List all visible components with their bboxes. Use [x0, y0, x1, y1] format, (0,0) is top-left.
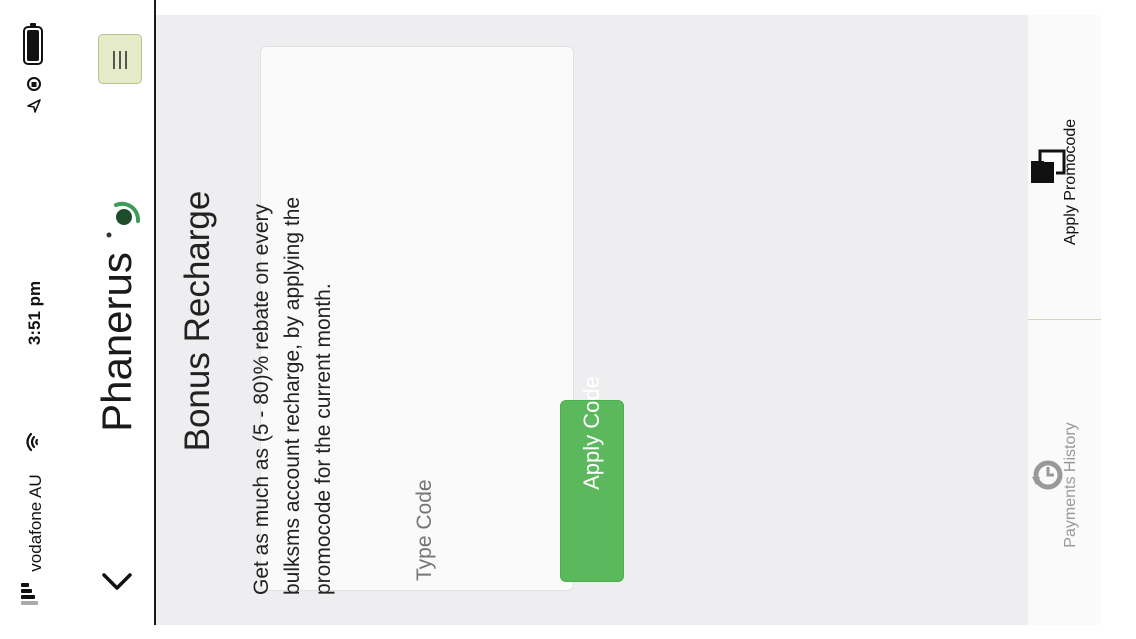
brand-logo-icon: [106, 201, 141, 238]
battery-icon: [23, 23, 43, 65]
tab-payments-history[interactable]: Payments History: [1028, 320, 1101, 625]
orientation-lock-icon: [27, 77, 41, 91]
promo-description-line: Get as much as (5 - 80)% rebate on every: [250, 203, 273, 595]
promocode-card: Get as much as (5 - 80)% rebate on every…: [250, 46, 624, 595]
main-content: Bonus Recharge Get as much as (5 - 80)% …: [156, 15, 1028, 625]
app-title: Phanerus: [93, 252, 140, 432]
tab-apply-promocode[interactable]: Apply Promocode: [1028, 15, 1101, 319]
status-bar: vodafone AU 3:51 pm: [0, 0, 70, 639]
time-label: 3:51 pm: [25, 280, 44, 346]
apply-code-button-label: Apply Code: [579, 376, 604, 490]
tab-divider: [1028, 319, 1101, 320]
tab-payments-history-label: Payments History: [1062, 422, 1079, 548]
back-chevron-icon[interactable]: [100, 564, 134, 598]
wifi-icon: [26, 432, 39, 452]
promo-code-input[interactable]: [411, 401, 439, 581]
signal-icon: [21, 583, 43, 613]
tab-bar: Apply Promocode Payments History: [1028, 15, 1101, 625]
apply-code-button[interactable]: Apply Code: [560, 376, 624, 582]
promo-description-line: bulksms account recharge, by applying th…: [281, 196, 304, 595]
tab-apply-promocode-label: Apply Promocode: [1062, 118, 1079, 246]
promo-description: Get as much as (5 - 80)% rebate on every…: [246, 75, 342, 595]
app-header: Phanerus: [70, 0, 156, 625]
carrier-label: vodafone AU: [26, 474, 45, 572]
promo-description-line: promocode for the current month.: [312, 283, 335, 595]
page-title: Bonus Recharge: [178, 190, 217, 452]
location-icon: [27, 99, 41, 113]
menu-button[interactable]: [98, 34, 142, 84]
